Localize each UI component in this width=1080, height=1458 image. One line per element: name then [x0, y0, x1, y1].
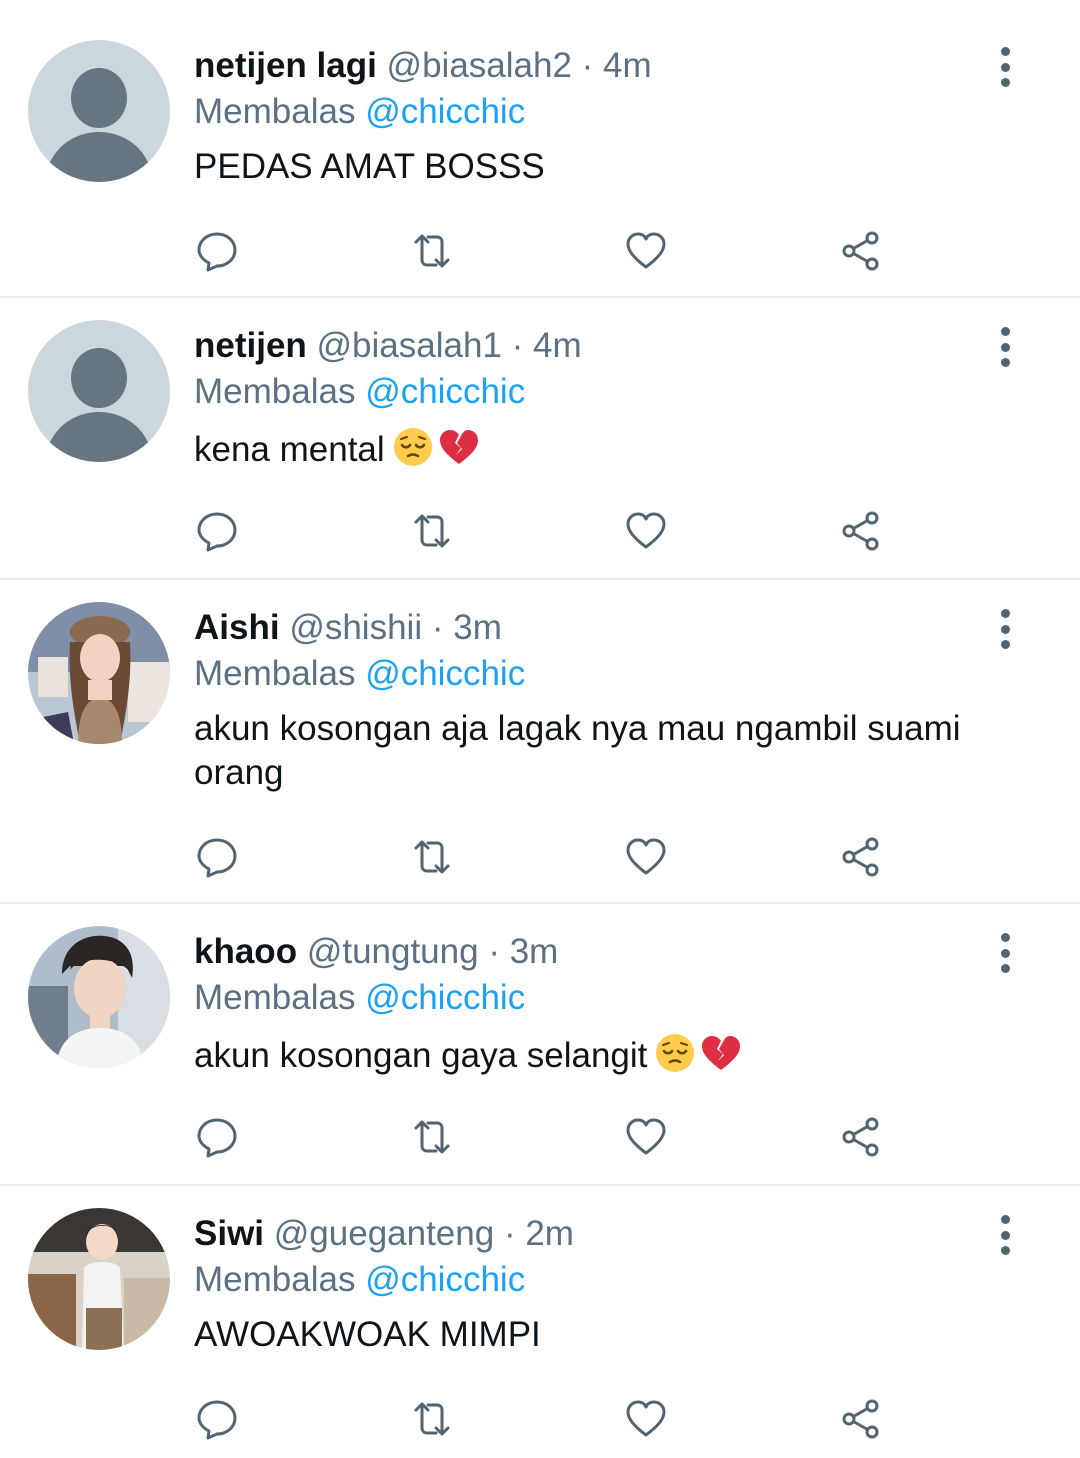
reply-icon[interactable] [194, 834, 240, 880]
avatar[interactable] [28, 602, 170, 744]
author-handle[interactable]: @biasalah2 [387, 46, 572, 85]
retweet-icon[interactable] [409, 508, 455, 554]
author-name[interactable]: khaoo [194, 932, 297, 971]
reply-prefix: Membalas [194, 978, 356, 1017]
tweet-text-content: kena mental [194, 430, 385, 469]
tweet-actions [194, 228, 884, 274]
broken-heart-icon [437, 425, 481, 480]
retweet-icon[interactable] [409, 1114, 455, 1160]
tweet[interactable]: khaoo @tungtung · 3m Membalas @chicchic … [0, 902, 1080, 1184]
more-options-icon[interactable] [990, 1215, 1020, 1255]
tweet-actions [194, 1114, 884, 1160]
reply-icon[interactable] [194, 1114, 240, 1160]
reply-mention[interactable]: @chicchic [365, 1260, 525, 1299]
like-icon[interactable] [623, 834, 669, 880]
author-name[interactable]: netijen lagi [194, 46, 377, 85]
author-handle[interactable]: @shishii [289, 608, 422, 647]
tweet-actions [194, 508, 884, 554]
tweet-text: AWOAKWOAK MIMPI [194, 1313, 970, 1357]
timestamp[interactable]: 2m [525, 1214, 574, 1253]
photo-avatar-icon [28, 926, 170, 1068]
tweet-actions [194, 834, 884, 880]
reply-prefix: Membalas [194, 1260, 356, 1299]
timestamp[interactable]: 3m [510, 932, 559, 971]
reply-mention[interactable]: @chicchic [365, 654, 525, 693]
reply-mention[interactable]: @chicchic [365, 978, 525, 1017]
tweet[interactable]: netijen lagi @biasalah2 · 4m Membalas @c… [0, 0, 1080, 296]
retweet-icon[interactable] [409, 834, 455, 880]
avatar[interactable] [28, 40, 170, 182]
reply-mention[interactable]: @chicchic [365, 92, 525, 131]
broken-heart-icon [699, 1031, 743, 1086]
retweet-icon[interactable] [409, 1396, 455, 1442]
tweet-text-content: AWOAKWOAK MIMPI [194, 1315, 541, 1354]
default-avatar-icon [28, 40, 170, 182]
avatar[interactable] [28, 1208, 170, 1350]
share-icon[interactable] [838, 1114, 884, 1160]
tweet-text: akun kosongan gaya selangit [194, 1031, 970, 1086]
more-options-icon[interactable] [990, 47, 1020, 87]
avatar[interactable] [28, 320, 170, 462]
reply-mention[interactable]: @chicchic [365, 372, 525, 411]
like-icon[interactable] [623, 1114, 669, 1160]
photo-avatar-icon [28, 1208, 170, 1350]
reply-feed: netijen lagi @biasalah2 · 4m Membalas @c… [0, 0, 1080, 1458]
author-handle[interactable]: @biasalah1 [317, 326, 502, 365]
reply-icon[interactable] [194, 228, 240, 274]
share-icon[interactable] [838, 1396, 884, 1442]
tweet[interactable]: Siwi @gueganteng · 2m Membalas @chicchic… [0, 1184, 1080, 1458]
tweet-text-content: akun kosongan gaya selangit [194, 1036, 648, 1075]
reply-prefix: Membalas [194, 372, 356, 411]
author-name[interactable]: Aishi [194, 608, 280, 647]
tweet-text: PEDAS AMAT BOSSS [194, 145, 970, 189]
reply-icon[interactable] [194, 508, 240, 554]
dot-separator: · [488, 932, 500, 971]
tweet-text: akun kosongan aja lagak nya mau ngambil … [194, 707, 970, 795]
reply-prefix: Membalas [194, 92, 356, 131]
dot-separator: · [503, 1214, 516, 1253]
dot-separator: · [431, 608, 444, 647]
dot-separator: · [581, 46, 594, 85]
tweet[interactable]: netijen @biasalah1 · 4m Membalas @chicch… [0, 296, 1080, 578]
retweet-icon[interactable] [409, 228, 455, 274]
avatar[interactable] [28, 926, 170, 1068]
tweet-actions [194, 1396, 884, 1442]
photo-avatar-icon [28, 602, 170, 744]
reply-prefix: Membalas [194, 654, 356, 693]
share-icon[interactable] [838, 508, 884, 554]
like-icon[interactable] [623, 1396, 669, 1442]
share-icon[interactable] [838, 228, 884, 274]
tweet-text: kena mental [194, 425, 970, 480]
timestamp[interactable]: 4m [533, 326, 582, 365]
author-handle[interactable]: @gueganteng [274, 1214, 494, 1253]
like-icon[interactable] [623, 508, 669, 554]
more-options-icon[interactable] [990, 933, 1020, 973]
like-icon[interactable] [623, 228, 669, 274]
default-avatar-icon [28, 320, 170, 462]
share-icon[interactable] [838, 834, 884, 880]
reply-icon[interactable] [194, 1396, 240, 1442]
dot-separator: · [511, 326, 524, 365]
pensive-face-icon [653, 1031, 697, 1086]
tweet-text-content: akun kosongan aja lagak nya mau ngambil … [194, 709, 961, 792]
author-handle[interactable]: @tungtung [307, 932, 479, 971]
timestamp[interactable]: 4m [603, 46, 652, 85]
author-name[interactable]: Siwi [194, 1214, 264, 1253]
more-options-icon[interactable] [990, 327, 1020, 367]
more-options-icon[interactable] [990, 609, 1020, 649]
pensive-face-icon [391, 425, 435, 480]
author-name[interactable]: netijen [194, 326, 307, 365]
tweet-text-content: PEDAS AMAT BOSSS [194, 147, 545, 186]
timestamp[interactable]: 3m [453, 608, 502, 647]
tweet[interactable]: Aishi @shishii · 3m Membalas @chicchic a… [0, 578, 1080, 902]
